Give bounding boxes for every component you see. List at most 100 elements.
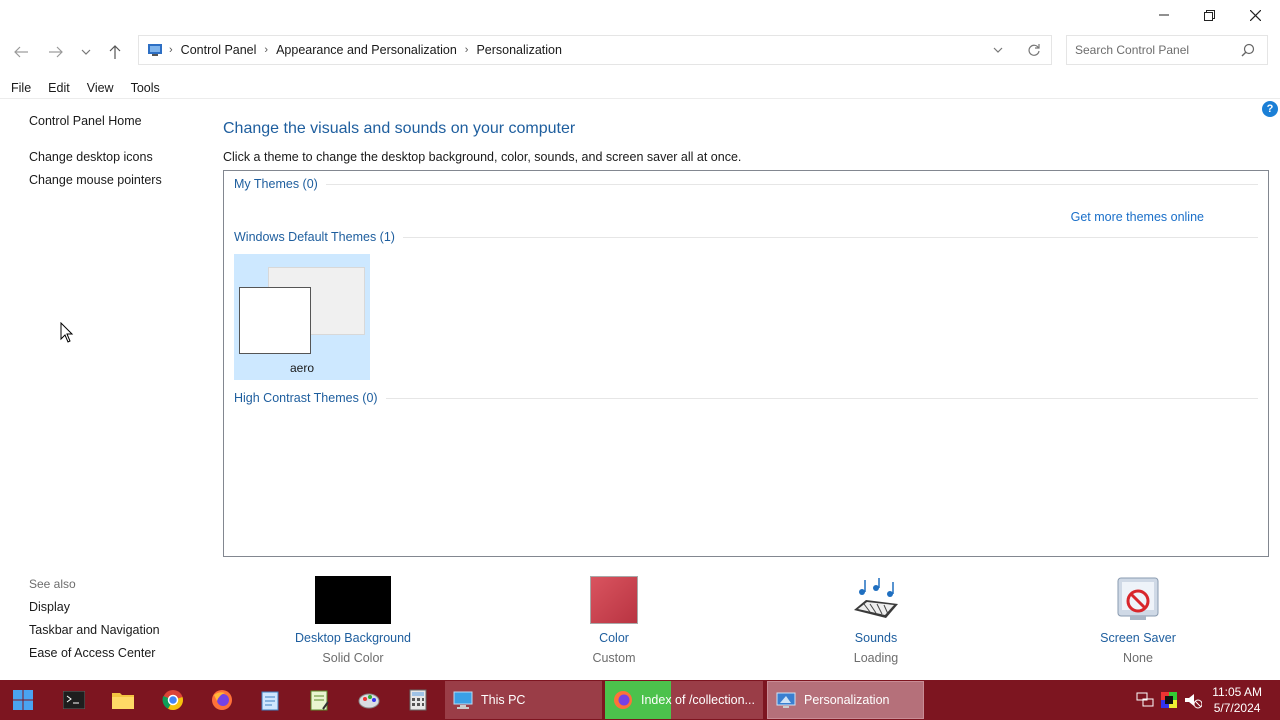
- theme-list: My Themes (0) Get more themes online Win…: [223, 170, 1269, 557]
- change-desktop-icons-link[interactable]: Change desktop icons: [29, 150, 153, 164]
- clock-time: 11:05 AM: [1212, 685, 1262, 699]
- screen-saver-item[interactable]: Screen Saver None: [1068, 576, 1208, 665]
- start-button[interactable]: [5, 684, 41, 716]
- color-swatch: [590, 576, 638, 624]
- control-panel-home-link[interactable]: Control Panel Home: [29, 114, 142, 128]
- page-title: Change the visuals and sounds on your co…: [223, 120, 576, 137]
- sounds-icon: [854, 578, 898, 618]
- address-bar[interactable]: › Control Panel › Appearance and Persona…: [138, 35, 1052, 65]
- menu-file[interactable]: File: [11, 81, 31, 95]
- chrome-icon: [162, 690, 183, 711]
- group-windows-default: Windows Default Themes (1): [234, 229, 1258, 245]
- ease-of-access-link[interactable]: Ease of Access Center: [29, 646, 155, 660]
- forward-arrow-icon: [49, 46, 63, 58]
- theme-aero[interactable]: aero: [234, 254, 370, 380]
- breadcrumb-separator: ›: [264, 44, 269, 56]
- calculator-icon: [409, 689, 427, 711]
- sounds-label[interactable]: Sounds: [806, 631, 946, 645]
- sounds-item[interactable]: Sounds Loading: [806, 576, 946, 665]
- display-link[interactable]: Display: [29, 600, 70, 614]
- up-arrow-icon: [109, 45, 121, 59]
- terminal-taskbar-icon[interactable]: [56, 684, 92, 716]
- page-subtitle: Click a theme to change the desktop back…: [223, 150, 742, 164]
- search-icon[interactable]: [1241, 43, 1255, 57]
- get-more-themes-link[interactable]: Get more themes online: [1071, 210, 1204, 224]
- group-divider: [325, 183, 1258, 185]
- sounds-value: Loading: [853, 651, 899, 665]
- theme-preview-front: [239, 287, 311, 354]
- screen-saver-label[interactable]: Screen Saver: [1068, 631, 1208, 645]
- menu-edit[interactable]: Edit: [48, 81, 70, 95]
- recent-locations-button[interactable]: [72, 38, 100, 66]
- up-button[interactable]: [101, 38, 129, 66]
- terminal-icon: [63, 691, 85, 709]
- refresh-icon[interactable]: [1027, 42, 1041, 58]
- firefox-icon: [614, 691, 632, 709]
- windows-logo-icon: [13, 690, 33, 710]
- color-label[interactable]: Color: [544, 631, 684, 645]
- close-button[interactable]: [1232, 0, 1278, 30]
- group-divider: [385, 397, 1258, 399]
- group-windows-default-label: Windows Default Themes (1): [234, 230, 395, 244]
- chevron-down-icon: [81, 49, 91, 55]
- taskbar-firefox-label: Index of /collection...: [641, 693, 755, 707]
- notepad-taskbar-icon[interactable]: [252, 684, 288, 716]
- change-mouse-pointers-link[interactable]: Change mouse pointers: [29, 173, 162, 187]
- group-my-themes: My Themes (0): [234, 176, 1258, 192]
- breadcrumb-control-panel[interactable]: Control Panel: [181, 43, 257, 57]
- calculator-taskbar-icon[interactable]: [400, 684, 436, 716]
- address-dropdown-icon[interactable]: [993, 43, 1003, 57]
- network-icon[interactable]: [1136, 691, 1154, 709]
- color-item[interactable]: Color Custom: [544, 576, 684, 665]
- restore-icon: [1203, 9, 1215, 21]
- taskbar-button-this-pc[interactable]: This PC: [445, 681, 602, 719]
- taskbar-button-firefox-window[interactable]: Index of /collection...: [605, 681, 763, 719]
- color-value: Custom: [592, 651, 636, 665]
- menu-view[interactable]: View: [87, 81, 114, 95]
- restore-button[interactable]: [1186, 0, 1232, 30]
- firefox-taskbar-icon[interactable]: [204, 684, 240, 716]
- taskbar-navigation-link[interactable]: Taskbar and Navigation: [29, 623, 160, 637]
- forward-button[interactable]: [42, 38, 70, 66]
- taskbar-button-personalization[interactable]: Personalization: [767, 681, 924, 719]
- desktop-background-value: Solid Color: [322, 651, 384, 665]
- text-editor-icon: [310, 690, 329, 711]
- chrome-taskbar-icon[interactable]: [155, 684, 191, 716]
- search-input[interactable]: [1067, 36, 1237, 64]
- volume-muted-icon[interactable]: [1184, 691, 1202, 709]
- address-row: › Control Panel › Appearance and Persona…: [0, 30, 1280, 76]
- firefox-icon: [212, 690, 232, 710]
- menu-tools[interactable]: Tools: [131, 81, 160, 95]
- desktop-background-swatch: [315, 576, 391, 624]
- taskbar-personalization-label: Personalization: [804, 693, 890, 707]
- notepad-icon: [261, 691, 279, 711]
- file-explorer-taskbar-icon[interactable]: [105, 684, 141, 716]
- back-button[interactable]: [7, 38, 35, 66]
- group-high-contrast: High Contrast Themes (0): [234, 390, 1258, 406]
- minimize-icon: [1159, 14, 1169, 16]
- screen-saver-icon: [1117, 577, 1159, 620]
- taskbar: This PC Index of /collection... Personal…: [0, 680, 1280, 720]
- folder-icon: [112, 693, 134, 709]
- paint-icon: [358, 693, 380, 709]
- paint-taskbar-icon[interactable]: [351, 684, 387, 716]
- this-pc-icon: [453, 691, 473, 709]
- close-icon: [1249, 9, 1261, 21]
- system-clock[interactable]: 11:05 AM 5/7/2024: [1212, 684, 1262, 716]
- minimize-button[interactable]: [1141, 0, 1187, 30]
- clock-date: 5/7/2024: [1213, 701, 1261, 715]
- theme-name: aero: [289, 361, 315, 375]
- color-display-icon[interactable]: [1160, 691, 1178, 709]
- desktop-background-label[interactable]: Desktop Background: [283, 631, 423, 645]
- taskbar-this-pc-label: This PC: [481, 693, 526, 707]
- group-high-contrast-label: High Contrast Themes (0): [234, 391, 378, 405]
- desktop-background-item[interactable]: Desktop Background Solid Color: [283, 576, 423, 665]
- breadcrumb-personalization[interactable]: Personalization: [476, 43, 561, 57]
- title-bar: [0, 0, 1280, 30]
- personalization-icon: [776, 692, 796, 708]
- group-my-themes-label: My Themes (0): [234, 177, 318, 191]
- breadcrumb-appearance[interactable]: Appearance and Personalization: [276, 43, 457, 57]
- mouse-cursor-icon: [60, 322, 74, 343]
- help-icon[interactable]: ?: [1262, 101, 1278, 117]
- editor-taskbar-icon[interactable]: [301, 684, 337, 716]
